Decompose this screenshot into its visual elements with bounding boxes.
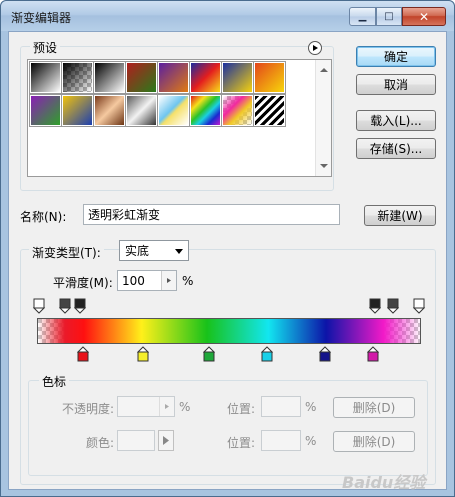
delete-color-stop-button[interactable]: 删除(D) bbox=[333, 431, 415, 452]
save-button[interactable]: 存储(S)... bbox=[356, 138, 436, 159]
chevron-right-icon bbox=[167, 278, 171, 283]
opacity-position-input[interactable] bbox=[261, 396, 301, 417]
opacity-position-unit: % bbox=[305, 400, 317, 414]
cancel-button[interactable]: 取消 bbox=[356, 74, 436, 95]
minimize-button[interactable]: ▁ bbox=[349, 7, 376, 26]
gradient-editor-window: 渐变编辑器 ▁ □ ✕ 预设 确定 取消 载入(L)... 存储(S)... 名… bbox=[0, 0, 455, 497]
chevron-right-icon bbox=[165, 404, 169, 409]
minimize-icon: ▁ bbox=[358, 11, 367, 22]
smoothness-value: 100 bbox=[122, 273, 145, 288]
gradient-type-value: 实底 bbox=[125, 244, 150, 258]
color-stop-marker[interactable] bbox=[261, 346, 273, 362]
color-stop-marker[interactable] bbox=[367, 346, 379, 362]
watermark-logo: Baidu经验 bbox=[342, 473, 426, 492]
preset-swatch[interactable] bbox=[125, 94, 158, 127]
color-position-label: 位置: bbox=[227, 436, 256, 450]
preset-swatch[interactable] bbox=[253, 61, 286, 94]
preset-swatch[interactable] bbox=[61, 94, 94, 127]
opacity-stop-marker[interactable] bbox=[74, 298, 86, 314]
arrow-right-icon bbox=[313, 45, 318, 51]
smoothness-input[interactable]: 100 bbox=[117, 270, 177, 291]
maximize-icon: □ bbox=[384, 11, 394, 22]
opacity-dropdown[interactable] bbox=[159, 397, 174, 416]
preset-swatch[interactable] bbox=[125, 61, 158, 94]
opacity-stop-marker[interactable] bbox=[413, 298, 425, 314]
load-button[interactable]: 载入(L)... bbox=[356, 110, 436, 131]
opacity-position-label: 位置: bbox=[227, 402, 256, 416]
color-position-unit: % bbox=[305, 434, 317, 448]
opacity-stop-marker[interactable] bbox=[369, 298, 381, 314]
delete-opacity-stop-button[interactable]: 删除(D) bbox=[333, 397, 415, 418]
scroll-up-icon[interactable] bbox=[316, 64, 332, 76]
opacity-stop-marker[interactable] bbox=[33, 298, 45, 314]
color-swatch-input[interactable] bbox=[117, 430, 155, 451]
close-icon: ✕ bbox=[418, 9, 430, 24]
gradient-preview-bar[interactable] bbox=[37, 318, 421, 344]
new-button[interactable]: 新建(W) bbox=[364, 205, 436, 226]
preset-swatch[interactable] bbox=[221, 94, 254, 127]
preset-swatch[interactable] bbox=[61, 61, 94, 94]
maximize-button[interactable]: □ bbox=[376, 7, 402, 26]
smoothness-label: 平滑度(M): bbox=[53, 276, 113, 290]
color-stop-marker[interactable] bbox=[77, 346, 89, 362]
presets-scrollbar[interactable] bbox=[315, 60, 331, 176]
dialog-client: 预设 确定 取消 载入(L)... 存储(S)... 名称(N): 透明彩虹渐变… bbox=[8, 31, 447, 492]
name-label: 名称(N): bbox=[20, 210, 67, 224]
color-stop-marker[interactable] bbox=[203, 346, 215, 362]
triangle-right-icon bbox=[163, 436, 169, 445]
smoothness-dropdown[interactable] bbox=[161, 271, 176, 290]
scroll-down-icon[interactable] bbox=[316, 160, 332, 172]
preset-swatch[interactable] bbox=[189, 61, 222, 94]
opacity-unit: % bbox=[179, 400, 191, 414]
name-input[interactable]: 透明彩虹渐变 bbox=[83, 204, 340, 225]
stops-group-label: 色标 bbox=[39, 373, 70, 390]
opacity-input[interactable] bbox=[117, 396, 175, 417]
close-button[interactable]: ✕ bbox=[402, 7, 446, 26]
color-stop-marker[interactable] bbox=[137, 346, 149, 362]
preset-swatch[interactable] bbox=[29, 61, 62, 94]
preset-swatch[interactable] bbox=[29, 94, 62, 127]
presets-menu-button[interactable] bbox=[308, 41, 322, 55]
color-label: 颜色: bbox=[86, 436, 115, 450]
stops-group bbox=[28, 380, 428, 476]
title-bar[interactable]: 渐变编辑器 ▁ □ ✕ bbox=[1, 1, 454, 31]
color-picker-button[interactable] bbox=[158, 430, 174, 451]
opacity-label: 不透明度: bbox=[62, 402, 115, 416]
chevron-down-icon bbox=[175, 249, 183, 254]
preset-swatch[interactable] bbox=[157, 94, 190, 127]
preset-swatch[interactable] bbox=[221, 61, 254, 94]
presets-label: 预设 bbox=[30, 39, 61, 56]
opacity-stop-marker[interactable] bbox=[59, 298, 71, 314]
preset-swatch[interactable] bbox=[93, 94, 126, 127]
smoothness-unit: % bbox=[182, 274, 194, 288]
gradient-type-select[interactable]: 实底 bbox=[119, 240, 189, 261]
color-position-input[interactable] bbox=[261, 430, 301, 451]
opacity-stop-marker[interactable] bbox=[387, 298, 399, 314]
ok-button[interactable]: 确定 bbox=[356, 46, 436, 67]
gradient-type-label: 渐变类型(T): bbox=[29, 244, 104, 261]
presets-list[interactable] bbox=[27, 59, 332, 177]
preset-swatch[interactable] bbox=[253, 94, 286, 127]
preset-swatch[interactable] bbox=[93, 61, 126, 94]
color-stop-marker[interactable] bbox=[319, 346, 331, 362]
window-title: 渐变编辑器 bbox=[11, 11, 72, 25]
preset-swatch[interactable] bbox=[189, 94, 222, 127]
preset-swatch[interactable] bbox=[157, 61, 190, 94]
